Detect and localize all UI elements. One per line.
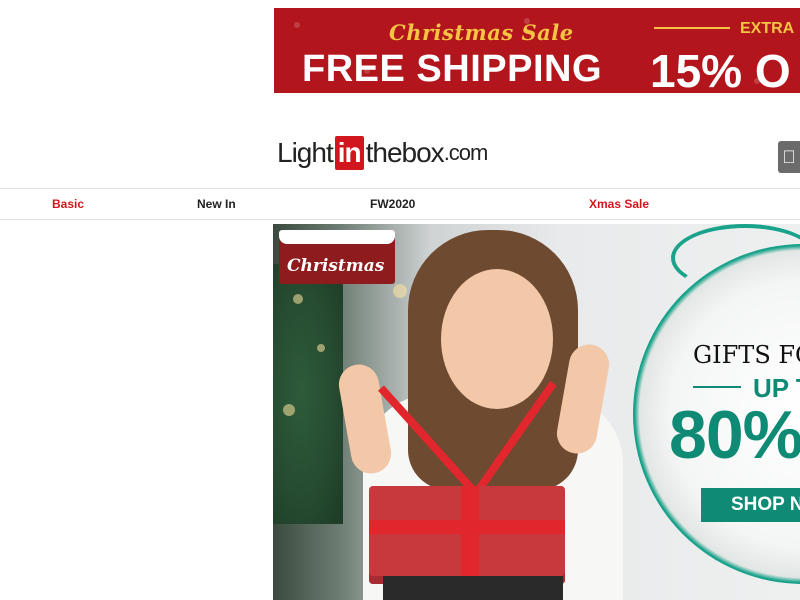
logo-tld: .com xyxy=(443,140,489,165)
snow-cap-decoration xyxy=(279,230,395,244)
apple-icon:  xyxy=(782,147,796,168)
christmas-tag: Christmas xyxy=(279,230,395,284)
nav-item-fw2020[interactable]: FW2020 xyxy=(370,189,415,219)
snowflake-decoration xyxy=(294,22,300,28)
hero-headline: GIFTS FO xyxy=(693,341,800,369)
girl-arm xyxy=(335,361,395,477)
site-logo[interactable]: Light in thebox .com xyxy=(277,136,489,170)
nav-item-xmas-sale[interactable]: Xmas Sale xyxy=(589,189,649,219)
gift-box-image xyxy=(369,486,565,584)
christmas-tree-image xyxy=(273,264,343,524)
nav-item-new-in[interactable]: New In xyxy=(197,189,236,219)
main-nav: Basic New In FW2020 Xmas Sale xyxy=(0,188,800,220)
promo-headline: FREE SHIPPING xyxy=(302,48,602,90)
hero-discount: 80% xyxy=(669,397,800,473)
promo-script-title: Christmas Sale xyxy=(389,20,574,45)
light-decoration xyxy=(293,294,303,304)
ornament-bow-icon xyxy=(671,224,800,292)
gift-ribbon-horizontal xyxy=(369,520,565,534)
shop-now-button[interactable]: SHOP N xyxy=(701,488,800,522)
christmas-tag-text: Christmas xyxy=(287,256,385,276)
gift-ribbon-vertical xyxy=(461,486,479,584)
girl-face xyxy=(441,269,553,409)
hero-divider xyxy=(693,386,741,388)
hero-banner[interactable]: Christmas GIFTS FO UP T 80% SHOP N xyxy=(273,224,800,600)
promo-extra-label: EXTRA xyxy=(740,20,795,37)
nav-item-basic[interactable]: Basic xyxy=(52,189,84,219)
promo-discount: 15% O xyxy=(650,45,791,93)
light-decoration xyxy=(317,344,325,352)
promo-divider xyxy=(654,27,730,29)
logo-prefix: Light xyxy=(277,137,334,168)
light-decoration xyxy=(283,404,295,416)
app-download-button[interactable]:  xyxy=(778,141,800,173)
promo-banner[interactable]: Christmas Sale FREE SHIPPING EXTRA 15% O xyxy=(274,8,800,93)
girl-pants xyxy=(383,576,563,600)
light-decoration xyxy=(393,284,407,298)
logo-suffix: thebox xyxy=(365,137,445,168)
logo-badge: in xyxy=(334,136,364,170)
